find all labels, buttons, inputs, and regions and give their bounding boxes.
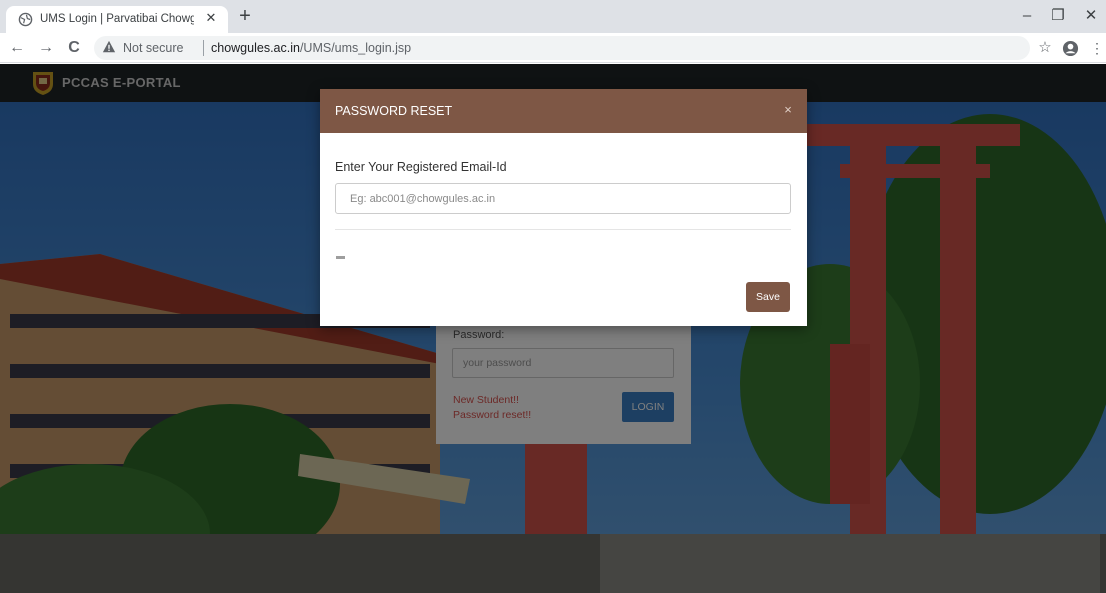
security-label[interactable]: Not secure (123, 41, 183, 55)
modal-title: PASSWORD RESET (335, 104, 453, 118)
close-icon[interactable]: × (780, 102, 796, 118)
browser-tab[interactable]: UMS Login | Parvatibai Chowgule ✕ (6, 6, 228, 33)
url-path: /UMS/ums_login.jsp (299, 41, 412, 55)
email-label: Enter Your Registered Email-Id (335, 160, 507, 174)
page: PCCAS E-PORTAL Password: your password N… (0, 64, 1106, 593)
url-host: chowgules.ac.in (211, 41, 300, 55)
tab-title: UMS Login | Parvatibai Chowgule (40, 13, 194, 25)
password-reset-modal: PASSWORD RESET × Enter Your Registered E… (320, 89, 807, 326)
modal-header: PASSWORD RESET × (320, 89, 807, 133)
reload-button[interactable]: C (63, 37, 85, 59)
browser-toolbar: ← → C Not secure chowgules.ac.in/UMS/ums… (0, 33, 1106, 63)
menu-icon[interactable]: ⋮ (1090, 38, 1104, 58)
new-tab-button[interactable]: + (235, 6, 255, 27)
forward-button[interactable]: → (35, 37, 57, 59)
warning-icon (102, 40, 116, 53)
save-button[interactable]: Save (746, 282, 790, 312)
url-text: chowgules.ac.in/UMS/ums_login.jsp (211, 41, 411, 55)
browser-tab-bar: UMS Login | Parvatibai Chowgule ✕ + – ❐ … (0, 0, 1106, 33)
tab-close-icon[interactable]: ✕ (203, 10, 219, 26)
modal-divider (335, 229, 791, 230)
email-input[interactable] (335, 183, 791, 214)
window-close-button[interactable]: ✕ (1080, 6, 1102, 26)
url-separator (203, 40, 204, 56)
restore-button[interactable]: ❐ (1047, 6, 1069, 26)
star-icon[interactable]: ☆ (1035, 37, 1055, 59)
status-indicator (336, 256, 345, 259)
minimize-button[interactable]: – (1016, 6, 1038, 26)
profile-icon[interactable] (1062, 40, 1079, 57)
globe-icon (18, 12, 33, 27)
back-button[interactable]: ← (6, 37, 28, 59)
address-bar[interactable]: Not secure chowgules.ac.in/UMS/ums_login… (94, 36, 1030, 60)
